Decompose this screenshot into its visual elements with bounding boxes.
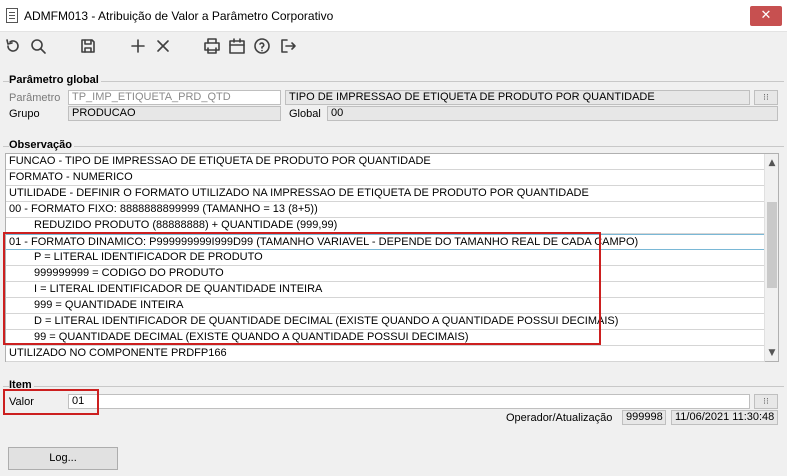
divider xyxy=(3,81,784,82)
title-bar: ADMFM013 - Atribuição de Valor a Parâmet… xyxy=(0,0,787,32)
delete-icon[interactable] xyxy=(152,35,174,57)
observacao-line: UTILIDADE - DEFINIR O FORMATO UTILIZADO … xyxy=(6,186,765,202)
observacao-line: UTILIZADO NO COMPONENTE PRDFP166 xyxy=(6,346,765,362)
grupo-label: Grupo xyxy=(9,108,40,120)
observacao-line: FUNCAO - TIPO DE IMPRESSAO DE ETIQUETA D… xyxy=(6,154,765,170)
observacao-section-title: Observação xyxy=(9,139,74,151)
scroll-up-icon[interactable]: ▲ xyxy=(765,156,779,170)
exit-icon[interactable] xyxy=(277,35,299,57)
window-title: ADMFM013 - Atribuição de Valor a Parâmet… xyxy=(24,9,334,23)
save-icon[interactable] xyxy=(77,35,99,57)
close-button[interactable]: ✕ xyxy=(750,6,782,26)
global-field: 00 xyxy=(327,106,778,121)
scroll-down-icon[interactable]: ▼ xyxy=(765,346,779,360)
operador-field: 999998 xyxy=(622,410,666,425)
scrollbar-thumb[interactable] xyxy=(767,202,777,288)
calendar-icon[interactable] xyxy=(226,35,248,57)
toolbar xyxy=(0,32,787,60)
parametro-lookup-button[interactable]: ⁝⁝ xyxy=(754,90,778,105)
document-icon xyxy=(6,8,18,23)
operador-label: Operador/Atualização xyxy=(506,412,613,424)
highlight-box xyxy=(3,232,601,345)
global-section-title: Parâmetro global xyxy=(9,74,101,86)
divider xyxy=(3,146,784,147)
add-icon[interactable] xyxy=(127,35,149,57)
valor-lookup-button[interactable]: ⁝⁝ xyxy=(754,394,778,409)
global-label: Global xyxy=(289,108,321,120)
search-icon[interactable] xyxy=(27,35,49,57)
print-icon[interactable] xyxy=(201,35,223,57)
parametro-label: Parâmetro xyxy=(9,92,61,104)
observacao-line: 00 - FORMATO FIXO: 8888888899999 (TAMANH… xyxy=(6,202,765,218)
highlight-box xyxy=(3,389,99,415)
valor-field[interactable]: 01 xyxy=(68,394,750,409)
observacao-line: FORMATO - NUMERICO xyxy=(6,170,765,186)
vertical-scrollbar[interactable]: ▲ ▼ xyxy=(764,154,778,361)
divider xyxy=(3,386,784,387)
grupo-field: PRODUCAO xyxy=(68,106,281,121)
help-icon[interactable] xyxy=(251,35,273,57)
parametro-field[interactable]: TP_IMP_ETIQUETA_PRD_QTD xyxy=(68,90,281,105)
atualizacao-field: 11/06/2021 11:30:48 xyxy=(671,410,778,425)
refresh-icon[interactable] xyxy=(2,35,24,57)
log-button[interactable]: Log... xyxy=(8,447,118,470)
parametro-description: TIPO DE IMPRESSAO DE ETIQUETA DE PRODUTO… xyxy=(285,90,750,105)
